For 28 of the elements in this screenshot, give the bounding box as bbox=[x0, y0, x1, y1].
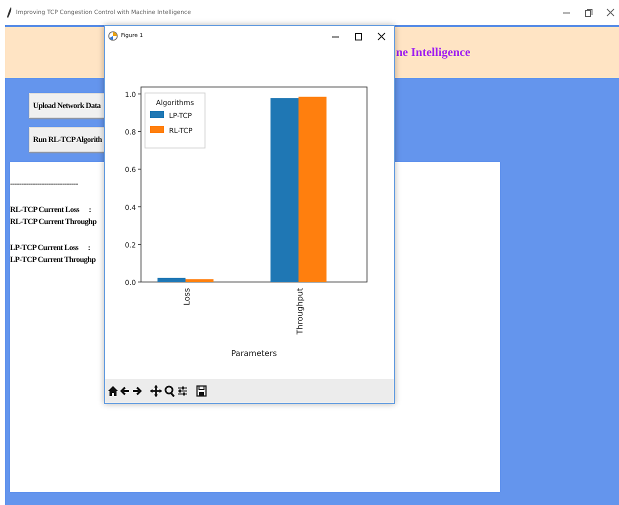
x-category-label: Loss bbox=[182, 288, 192, 306]
output-line: RL-TCP Current Throughp bbox=[10, 216, 96, 228]
tick-mark bbox=[138, 168, 142, 170]
app-logo-icon bbox=[108, 31, 118, 41]
move-icon[interactable] bbox=[150, 385, 162, 397]
restore-icon[interactable] bbox=[584, 8, 593, 17]
close-icon[interactable] bbox=[377, 32, 386, 40]
sliders-icon[interactable] bbox=[177, 385, 188, 397]
forward-arrow-icon[interactable] bbox=[132, 385, 142, 397]
app-heading: ne Intelligence bbox=[396, 45, 470, 60]
maximize-icon[interactable] bbox=[354, 32, 363, 40]
zoom-icon[interactable] bbox=[164, 385, 175, 397]
feather-icon bbox=[7, 7, 12, 18]
home-icon[interactable] bbox=[108, 385, 118, 397]
tick-mark bbox=[138, 206, 142, 208]
output-line: RL-TCP Current Loss : bbox=[10, 204, 92, 216]
action-button[interactable]: Upload Network Data bbox=[29, 93, 104, 118]
save-icon[interactable] bbox=[196, 385, 207, 397]
x-category-label: Throughput bbox=[296, 288, 304, 334]
output-line: LP-TCP Current Throughp bbox=[10, 254, 96, 266]
output-line: ------------------------------ bbox=[10, 178, 78, 190]
back-arrow-icon[interactable] bbox=[120, 385, 130, 397]
tick-mark bbox=[138, 131, 142, 132]
legend-box bbox=[144, 92, 206, 148]
output-line: LP-TCP Current Loss : bbox=[10, 242, 90, 254]
action-button[interactable]: Run RL-TCP Algorith bbox=[29, 127, 104, 152]
tick-mark bbox=[138, 244, 142, 245]
x-axis-label: Parameters bbox=[231, 349, 277, 358]
